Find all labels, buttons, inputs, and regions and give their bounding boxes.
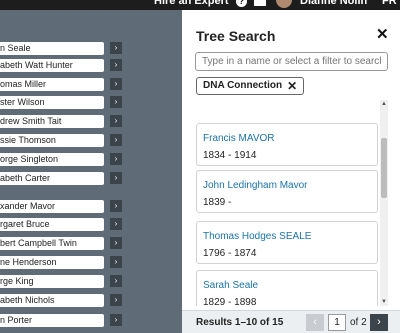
tree-node-expand-icon[interactable]: › (110, 59, 122, 71)
next-page-button[interactable]: › (370, 314, 388, 331)
tree-node[interactable]: orge Singleton (0, 153, 104, 166)
scroll-down-icon[interactable]: ▼ (381, 299, 387, 305)
chip-remove-icon[interactable]: ✕ (287, 78, 297, 94)
result-name-link[interactable]: Sarah Seale (203, 280, 258, 291)
close-icon[interactable]: ✕ (376, 25, 389, 43)
tree-node-expand-icon[interactable]: › (110, 115, 122, 127)
result-dates: 1839 - (203, 197, 232, 208)
scroll-up-icon[interactable]: ▲ (381, 101, 387, 107)
avatar[interactable] (276, 0, 292, 8)
results-list: ▲ ▼ Francis MAVOR 1834 - 1914 John Ledingh… (196, 100, 392, 306)
tree-node[interactable]: abeth Watt Hunter (0, 59, 104, 72)
tree-node-expand-icon[interactable]: › (110, 275, 122, 287)
tree-node[interactable]: ssie Thomson (0, 134, 104, 147)
tree-node[interactable]: ster Wilson (0, 96, 104, 109)
tree-node[interactable]: n Seale (0, 42, 104, 55)
tree-node[interactable]: omas Miller (0, 78, 104, 91)
tree-node[interactable]: rgaret Bruce (0, 218, 104, 231)
tree-node[interactable]: bert Campbell Twin (0, 237, 104, 250)
filter-chip[interactable]: DNA Connection ✕ (196, 77, 305, 95)
tree-node[interactable]: xander Mavor (0, 200, 104, 213)
tree-node-expand-icon[interactable]: › (110, 218, 122, 230)
top-bar: Hire an Expert ? Dianne Nolin FR (0, 0, 400, 10)
tree-node-expand-icon[interactable]: › (110, 200, 122, 212)
tree-node[interactable]: drew Smith Tait (0, 115, 104, 128)
scrollbar[interactable]: ▲ ▼ (380, 100, 388, 306)
result-name-link[interactable]: John Ledingham Mavor (203, 180, 308, 191)
results-footer: Results 1–10 of 15 ‹ 1 of 2 › (182, 310, 400, 333)
tree-node[interactable]: ne Henderson (0, 256, 104, 269)
tree-node-expand-icon[interactable]: › (110, 294, 122, 306)
result-dates: 1829 - 1898 (203, 297, 257, 306)
mail-icon[interactable] (254, 0, 266, 6)
result-card[interactable]: Thomas Hodges SEALE 1796 - 1874 (196, 221, 378, 264)
tree-node-expand-icon[interactable]: › (110, 134, 122, 146)
family-tree-area: n Seale › abeth Watt Hunter › omas Miller › st… (0, 10, 182, 333)
search-input[interactable] (195, 52, 388, 71)
result-card[interactable]: Sarah Seale 1829 - 1898 (196, 270, 378, 306)
panel-title: Tree Search (196, 28, 276, 44)
filter-chip-label: DNA Connection (203, 80, 283, 91)
tree-node-expand-icon[interactable]: › (110, 237, 122, 249)
hire-expert-link[interactable]: Hire an Expert (154, 0, 229, 8)
tree-node-expand-icon[interactable]: › (110, 78, 122, 90)
page-input[interactable]: 1 (328, 314, 346, 331)
tree-node-expand-icon[interactable]: › (110, 153, 122, 165)
result-name-link[interactable]: Francis MAVOR (203, 133, 275, 144)
question-icon[interactable]: ? (236, 0, 247, 7)
scroll-thumb[interactable] (381, 138, 387, 198)
tree-node[interactable]: abeth Carter (0, 172, 104, 185)
language-switch[interactable]: FR (382, 0, 397, 8)
page-total: of 2 (350, 317, 367, 328)
tree-node-expand-icon[interactable]: › (110, 314, 122, 326)
tree-node-expand-icon[interactable]: › (110, 96, 122, 108)
tree-node[interactable]: n Porter (0, 314, 104, 327)
prev-page-button[interactable]: ‹ (306, 314, 324, 331)
tree-node[interactable]: abeth Nichols (0, 294, 104, 307)
user-name[interactable]: Dianne Nolin (300, 0, 367, 8)
result-dates: 1834 - 1914 (203, 150, 257, 161)
result-name-link[interactable]: Thomas Hodges SEALE (203, 231, 311, 242)
result-card[interactable]: John Ledingham Mavor 1839 - (196, 170, 378, 213)
result-dates: 1796 - 1874 (203, 248, 257, 259)
tree-node-expand-icon[interactable]: › (110, 42, 122, 54)
tree-node-expand-icon[interactable]: › (110, 256, 122, 268)
tree-search-panel: Tree Search ✕ DNA Connection ✕ ▲ ▼ Franc… (182, 10, 400, 333)
results-count: Results 1–10 of 15 (196, 317, 284, 328)
tree-node-expand-icon[interactable]: › (110, 172, 122, 184)
result-card[interactable]: Francis MAVOR 1834 - 1914 (196, 123, 378, 166)
tree-node[interactable]: rge King (0, 275, 104, 288)
